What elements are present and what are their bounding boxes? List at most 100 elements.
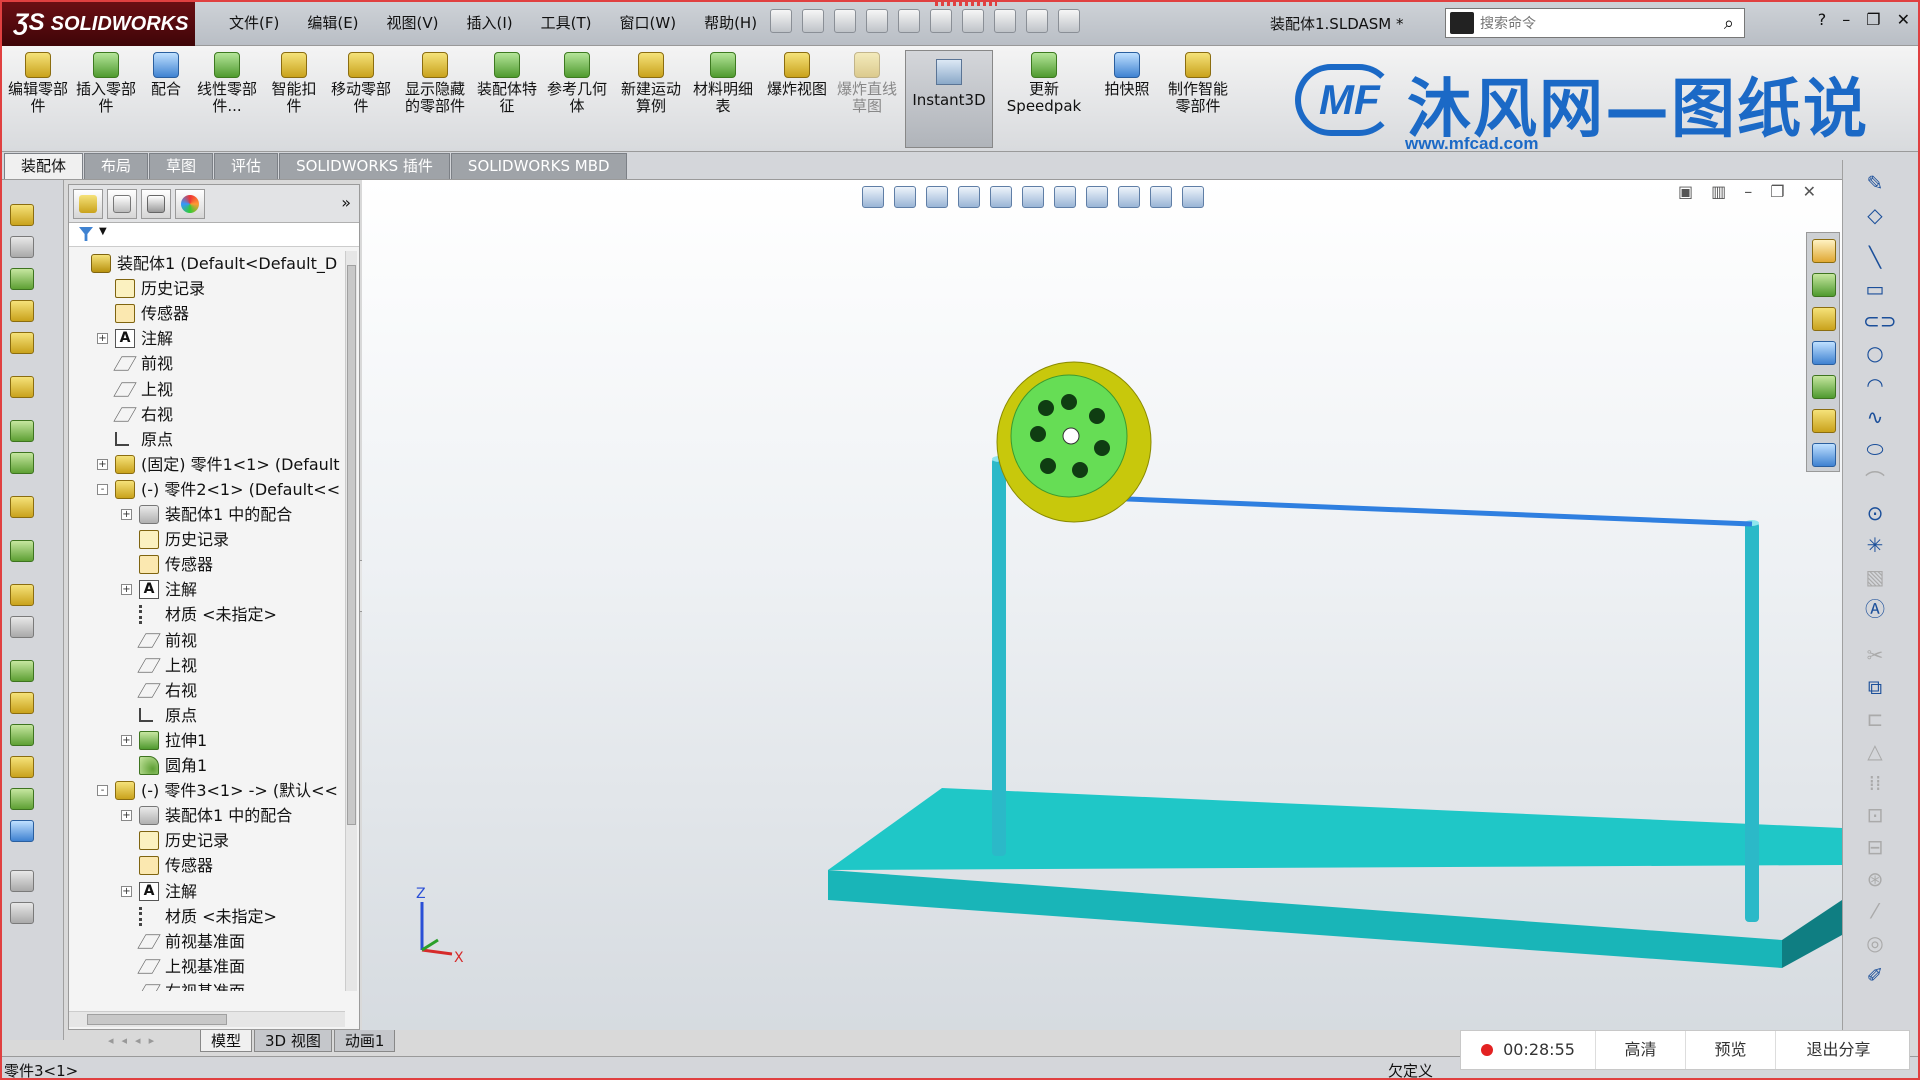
exploded-view-button[interactable]: 爆炸视图 xyxy=(766,52,828,98)
tab-3d-views[interactable]: 3D 视图 xyxy=(254,1030,332,1052)
expand-icon[interactable]: + xyxy=(121,584,132,596)
smart-fasteners-button[interactable]: 智能扣件 xyxy=(266,52,322,115)
select-cursor-icon[interactable] xyxy=(962,9,984,33)
edit-component-button[interactable]: 编辑零部件 xyxy=(8,52,68,115)
tree-node[interactable]: 传感器 xyxy=(69,301,345,326)
line-icon[interactable]: ╲ xyxy=(1863,246,1887,268)
tab-sketch[interactable]: 草图 xyxy=(149,153,214,179)
instant3d-icon[interactable] xyxy=(10,660,34,682)
file-properties-icon[interactable] xyxy=(1026,9,1048,33)
sketch-toggle-icon[interactable] xyxy=(10,820,34,842)
tree-horizontal-scrollbar[interactable] xyxy=(69,1011,345,1027)
save-icon[interactable] xyxy=(866,9,888,33)
print-icon[interactable] xyxy=(898,9,920,33)
tree-node[interactable]: 上视 xyxy=(69,653,345,678)
insert-component-button[interactable]: 插入零部件 xyxy=(76,52,136,115)
tree-node[interactable]: + A 注解 xyxy=(69,326,345,351)
sketch-icon[interactable]: ✎ xyxy=(1863,172,1887,194)
linear-sketch-pattern-icon[interactable]: ⁞⁞ xyxy=(1863,772,1887,794)
pin-icon[interactable] xyxy=(770,9,792,33)
reference-geometry-icon[interactable] xyxy=(10,452,34,474)
tab-evaluate[interactable]: 评估 xyxy=(214,153,279,179)
resources-icon[interactable] xyxy=(1812,273,1836,297)
point-icon[interactable]: ✳ xyxy=(1863,534,1887,556)
speedpak-icon[interactable] xyxy=(10,692,34,714)
text-icon[interactable]: Ⓐ xyxy=(1863,598,1887,620)
undo-icon[interactable] xyxy=(930,9,952,33)
assembly-features-button[interactable]: 装配体特征 xyxy=(476,52,538,115)
exploded-view-icon[interactable] xyxy=(10,584,34,606)
tree-node[interactable]: 历史记录 xyxy=(69,828,345,853)
bom-icon[interactable] xyxy=(10,540,34,562)
tab-nav-arrows-icon[interactable]: ◂◂◂▸ xyxy=(100,1030,200,1052)
edit-component-icon[interactable] xyxy=(10,204,34,226)
linear-pattern-button[interactable]: 线性零部件... xyxy=(196,52,258,115)
new-motion-study-button[interactable]: 新建运动算例 xyxy=(618,52,684,115)
explode-line-icon[interactable] xyxy=(10,616,34,638)
help-icon[interactable]: ? xyxy=(1818,10,1827,29)
instant2d-icon[interactable]: ✐ xyxy=(1863,964,1887,986)
menu-tools[interactable]: 工具(T) xyxy=(527,12,606,33)
mate-button[interactable]: 配合 xyxy=(144,52,188,98)
tree-node[interactable]: 原点 xyxy=(69,703,345,728)
tree-node[interactable]: 历史记录 xyxy=(69,276,345,301)
reference-geometry-button[interactable]: 参考几何体 xyxy=(546,52,608,115)
large-assembly-icon[interactable] xyxy=(10,788,34,810)
bom-button[interactable]: 材料明细表 xyxy=(692,52,754,115)
snapshot-button[interactable]: 拍快照 xyxy=(1096,52,1158,98)
pattern-icon[interactable] xyxy=(10,268,34,290)
explode-line-sketch-button[interactable]: 爆炸直线草图 xyxy=(836,52,898,115)
appearances-icon[interactable] xyxy=(1812,375,1836,399)
tree-node[interactable]: 上视 xyxy=(69,377,345,402)
smart-dimension-icon[interactable]: ◇ xyxy=(1863,204,1887,226)
tab-configuration-manager[interactable] xyxy=(141,189,171,219)
sketch-profile-icon[interactable] xyxy=(10,902,34,924)
menu-help[interactable]: 帮助(H) xyxy=(690,12,771,33)
move-component-icon[interactable] xyxy=(10,332,34,354)
mate-icon[interactable] xyxy=(10,236,34,258)
tab-mbd[interactable]: SOLIDWORKS MBD xyxy=(450,153,627,179)
collapse-icon[interactable]: - xyxy=(97,483,108,495)
file-explorer-icon[interactable] xyxy=(1812,341,1836,365)
new-document-icon[interactable] xyxy=(802,9,824,33)
ellipse-icon[interactable]: ⬭ xyxy=(1863,438,1887,460)
spline-icon[interactable]: ∿ xyxy=(1863,406,1887,428)
tab-property-manager[interactable] xyxy=(107,189,137,219)
filter-icon[interactable] xyxy=(79,227,93,241)
tree-node[interactable]: 前视 xyxy=(69,628,345,653)
assembly-features-icon[interactable] xyxy=(10,420,34,442)
tab-animation1[interactable]: 动画1 xyxy=(333,1030,396,1052)
right-post[interactable] xyxy=(1745,520,1759,922)
polygon-icon[interactable]: ⊙ xyxy=(1863,502,1887,524)
left-post[interactable] xyxy=(992,456,1006,856)
slot-icon[interactable]: ⊂⊃ xyxy=(1863,310,1897,332)
tab-layout[interactable]: 布局 xyxy=(84,153,149,179)
tree-node[interactable]: 原点 xyxy=(69,427,345,452)
move-entities-icon[interactable]: ⊡ xyxy=(1863,804,1887,826)
expand-icon[interactable]: + xyxy=(121,734,132,746)
speedpak-button[interactable]: 更新Speedpak xyxy=(1000,52,1088,115)
tree-node[interactable]: 材质 <未指定> xyxy=(69,904,345,929)
tree-node[interactable]: 装配体1 (Default<Default_D xyxy=(69,251,345,276)
solidworks-logo[interactable]: ƷS SOLIDWORKS xyxy=(0,0,195,46)
base-plate[interactable] xyxy=(828,788,1842,968)
tree-node[interactable]: 前视 xyxy=(69,351,345,376)
open-folder-icon[interactable] xyxy=(834,9,856,33)
menu-view[interactable]: 视图(V) xyxy=(373,12,453,33)
sketch-pattern-icon[interactable]: △ xyxy=(1863,740,1887,762)
tree-node[interactable]: 右视 xyxy=(69,678,345,703)
preview-button[interactable]: 预览 xyxy=(1686,1031,1776,1069)
tree-node[interactable]: 传感器 xyxy=(69,853,345,878)
exit-share-button[interactable]: 退出分享 xyxy=(1776,1031,1901,1069)
search-input[interactable] xyxy=(1480,13,1700,35)
fillet-icon[interactable]: ⌒ xyxy=(1863,470,1887,492)
snapshot-icon[interactable] xyxy=(10,724,34,746)
show-hidden-icon[interactable] xyxy=(10,376,34,398)
search-icon[interactable]: ⌕ xyxy=(1724,13,1734,34)
rectangle-icon[interactable]: ▭ xyxy=(1863,278,1887,300)
trim-icon[interactable]: ✂ xyxy=(1863,644,1887,666)
tree-node[interactable]: + A 注解 xyxy=(69,879,345,904)
tree-node[interactable]: + A 注解 xyxy=(69,577,345,602)
options-icon[interactable] xyxy=(1058,9,1080,33)
scrollbar-thumb[interactable] xyxy=(87,1014,227,1025)
